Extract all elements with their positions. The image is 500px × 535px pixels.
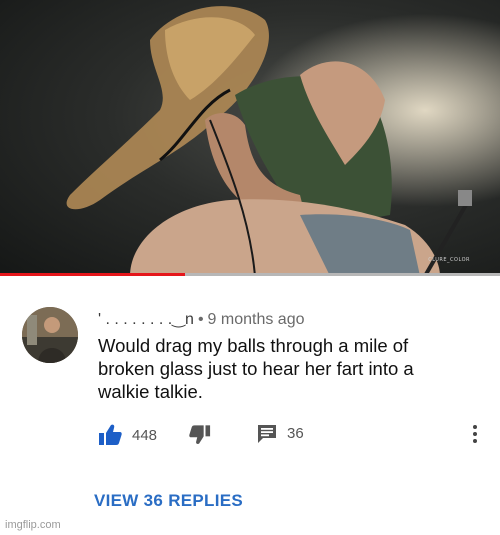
header-separator: • bbox=[197, 311, 204, 328]
avatar[interactable] bbox=[22, 307, 78, 363]
comment-header: ' . . . . . . . .‿n • 9 months ago bbox=[98, 309, 305, 329]
imgflip-watermark: imgflip.com bbox=[5, 519, 61, 531]
more-vertical-icon[interactable] bbox=[472, 425, 478, 445]
video-progress-bar[interactable] bbox=[0, 273, 500, 276]
like-count: 448 bbox=[132, 426, 158, 444]
reply-button[interactable]: 36 bbox=[257, 424, 304, 443]
comment-timestamp[interactable]: 9 months ago bbox=[208, 311, 305, 328]
thumbs-up-icon bbox=[99, 424, 122, 445]
video-still-image bbox=[0, 0, 500, 276]
thumbs-down-icon bbox=[189, 425, 211, 445]
dislike-button[interactable] bbox=[189, 424, 211, 445]
reply-count: 36 bbox=[287, 425, 304, 442]
reply-comment-icon bbox=[258, 425, 276, 443]
view-replies-link[interactable]: VIEW 36 REPLIES bbox=[94, 491, 243, 511]
video-watermark: CLURE_COLOR bbox=[428, 257, 470, 263]
video-progress-played bbox=[0, 273, 185, 276]
comment-text: Would drag my balls through a mile of br… bbox=[98, 335, 414, 402]
video-frame[interactable]: CLURE_COLOR bbox=[0, 0, 500, 276]
comment-author[interactable]: ' . . . . . . . .‿n bbox=[98, 311, 194, 328]
like-button[interactable]: 448 bbox=[98, 424, 157, 446]
